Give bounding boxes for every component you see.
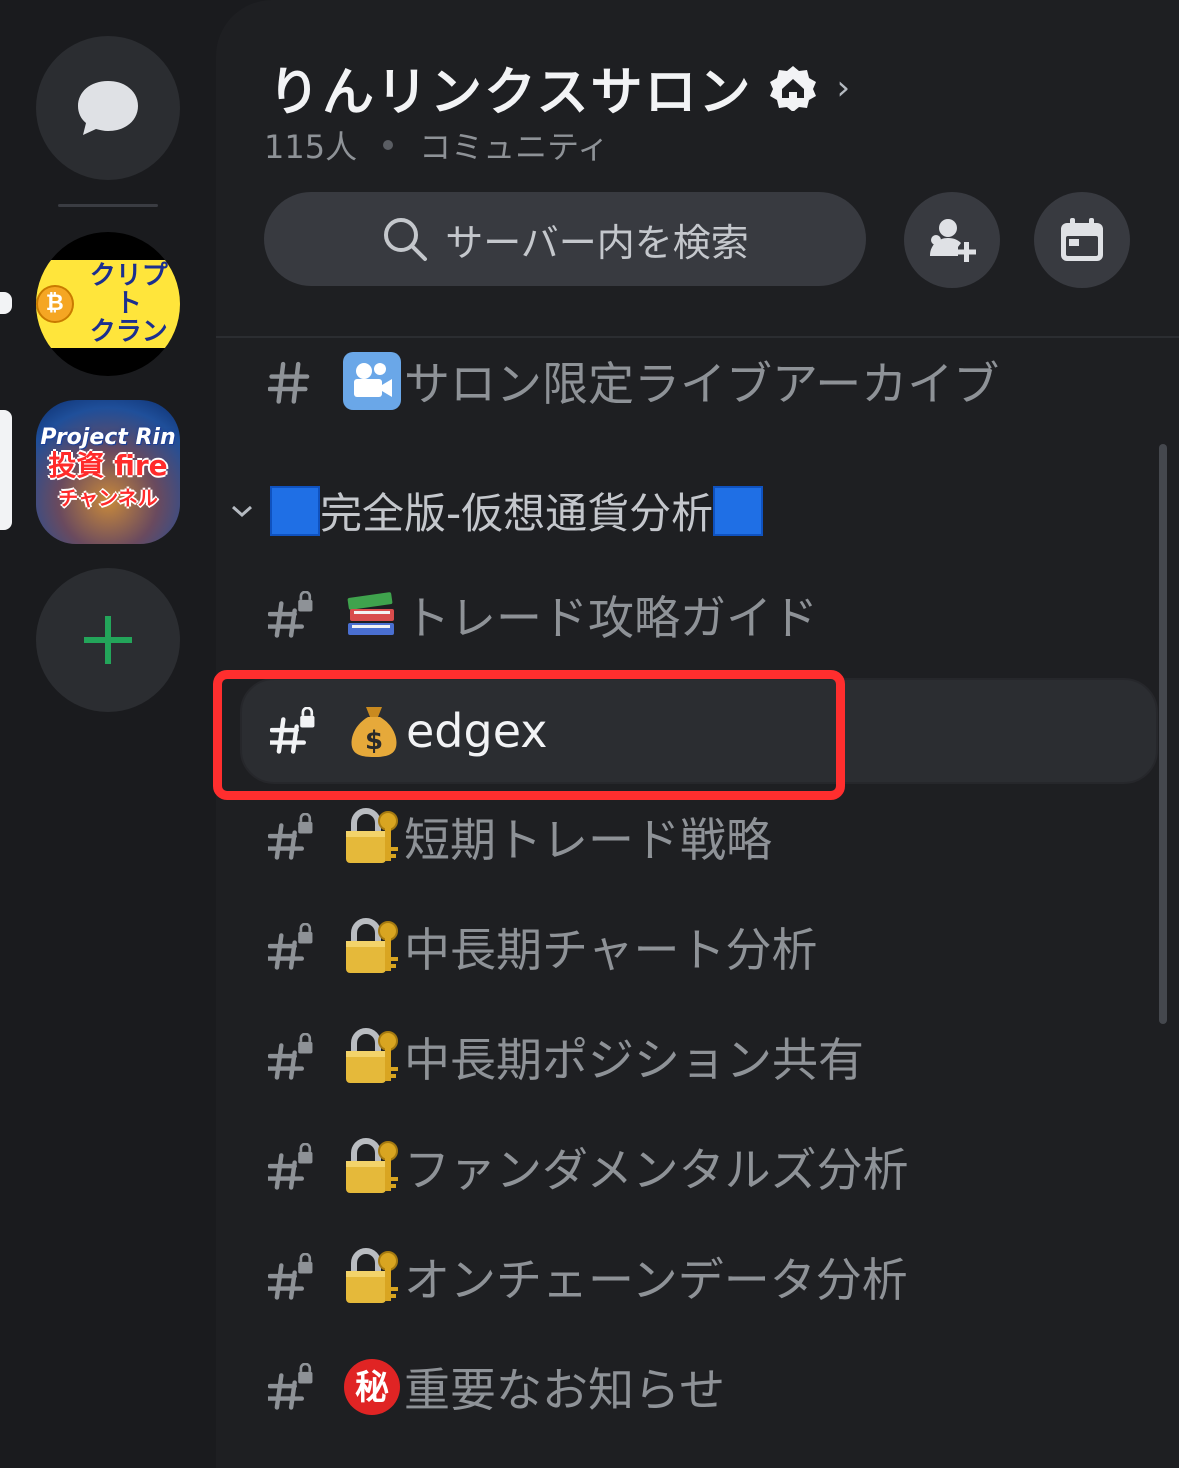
lock-with-key-icon	[342, 1027, 402, 1087]
server-logo-crypto-clan: ₿ クリプト クラン	[36, 260, 180, 348]
chat-bubble-icon	[78, 81, 138, 135]
channel-item-chart-analysis[interactable]: 中長期チャート分析	[240, 896, 1154, 998]
server-logo-line3: チャンネル	[58, 486, 158, 510]
money-bag-icon: $	[344, 701, 404, 761]
channel-item-position-share[interactable]: 中長期ポジション共有	[240, 1006, 1154, 1108]
member-count: 115人	[264, 128, 358, 166]
locked-hash-icon	[268, 591, 322, 639]
server-logo-text-line2: クラン	[89, 317, 168, 347]
plus-icon	[84, 616, 132, 664]
locked-hash-icon	[268, 1033, 322, 1081]
blue-square-icon	[713, 485, 764, 536]
category-name: 完全版-仮想通貨分析	[320, 489, 714, 538]
channel-item-short-term[interactable]: 短期トレード戦略	[240, 786, 1154, 888]
category-header[interactable]: 完全版-仮想通貨分析	[230, 480, 764, 541]
lock-with-key-icon	[342, 1247, 402, 1307]
rail-divider	[58, 204, 158, 207]
server-logo-text-line1: クリプト	[89, 261, 168, 319]
server-type: コミュニティ	[419, 128, 610, 166]
blue-square-icon	[270, 485, 320, 536]
channel-name: 中長期ポジション共有	[404, 1033, 864, 1087]
lock-with-key-icon	[342, 917, 402, 977]
channel-item-fundamentals[interactable]: ファンダメンタルズ分析	[240, 1116, 1154, 1218]
channel-panel: りんリンクスサロン › 115人 コミュニティ サーバー内を検索 サロン限定ライ…	[213, 0, 1179, 1468]
hash-icon	[268, 357, 322, 405]
chevron-right-icon: ›	[836, 67, 853, 108]
channel-name: edgex	[406, 704, 548, 758]
locked-hash-icon	[270, 707, 324, 755]
channel-item-onchain[interactable]: オンチェーンデータ分析	[240, 1226, 1154, 1328]
server-logo-line1: Project Rin	[40, 425, 176, 450]
lock-with-key-icon	[342, 807, 402, 867]
active-server-indicator	[0, 410, 12, 530]
search-bar[interactable]: サーバー内を検索	[264, 192, 866, 286]
add-person-icon	[930, 219, 976, 262]
server-header[interactable]: りんリンクスサロン ›	[268, 50, 852, 125]
server-name: りんリンクスサロン	[268, 63, 753, 123]
channel-item-announcements[interactable]: 秘 重要なお知らせ	[240, 1336, 1154, 1438]
server-rail: ₿ クリプト クラン Project Rin 投資 fire チャンネル	[0, 0, 216, 1468]
server-meta: 115人 コミュニティ	[264, 122, 609, 168]
channel-name: ファンダメンタルズ分析	[404, 1143, 909, 1197]
server-icon-project-rin[interactable]: Project Rin 投資 fire チャンネル	[36, 400, 180, 544]
search-placeholder: サーバー内を検索	[445, 220, 749, 265]
locked-hash-icon	[268, 923, 322, 971]
direct-messages-button[interactable]	[36, 36, 180, 180]
channel-name: トレード攻略ガイド	[404, 591, 818, 645]
channel-item-live-archive[interactable]: サロン限定ライブアーカイブ	[240, 330, 1154, 432]
channel-item-trade-guide[interactable]: トレード攻略ガイド	[240, 564, 1154, 666]
channel-name: 中長期チャート分析	[404, 923, 818, 977]
svg-text:秘: 秘	[355, 1368, 389, 1408]
secret-mark-icon: 秘	[342, 1357, 402, 1417]
channel-item-edgex[interactable]: $ edgex	[240, 678, 1158, 784]
server-logo-line2: 投資 fire	[48, 449, 168, 482]
locked-hash-icon	[268, 1363, 322, 1411]
locked-hash-icon	[268, 1143, 322, 1191]
channel-name: オンチェーンデータ分析	[404, 1253, 908, 1307]
chevron-down-icon	[232, 505, 252, 517]
scrollbar[interactable]	[1159, 444, 1167, 1024]
community-badge-icon	[770, 65, 817, 111]
channel-name: サロン限定ライブアーカイブ	[404, 357, 1000, 411]
server-icon-crypto-clan[interactable]: ₿ クリプト クラン	[36, 232, 180, 376]
calendar-icon	[1061, 218, 1103, 261]
separator-dot	[383, 140, 394, 150]
locked-hash-icon	[268, 1253, 322, 1301]
channel-name: 重要なお知らせ	[404, 1363, 726, 1417]
video-camera-icon	[342, 351, 402, 411]
bitcoin-coin-icon: ₿	[36, 285, 74, 323]
add-server-button[interactable]	[36, 568, 180, 712]
locked-hash-icon	[268, 813, 322, 861]
books-icon	[342, 585, 402, 645]
svg-text:$: $	[365, 726, 383, 756]
search-icon	[384, 218, 428, 261]
channel-name: 短期トレード戦略	[404, 813, 772, 867]
lock-with-key-icon	[342, 1137, 402, 1197]
events-button[interactable]	[1034, 192, 1130, 288]
invite-button[interactable]	[904, 192, 1000, 288]
unread-indicator	[0, 292, 12, 314]
